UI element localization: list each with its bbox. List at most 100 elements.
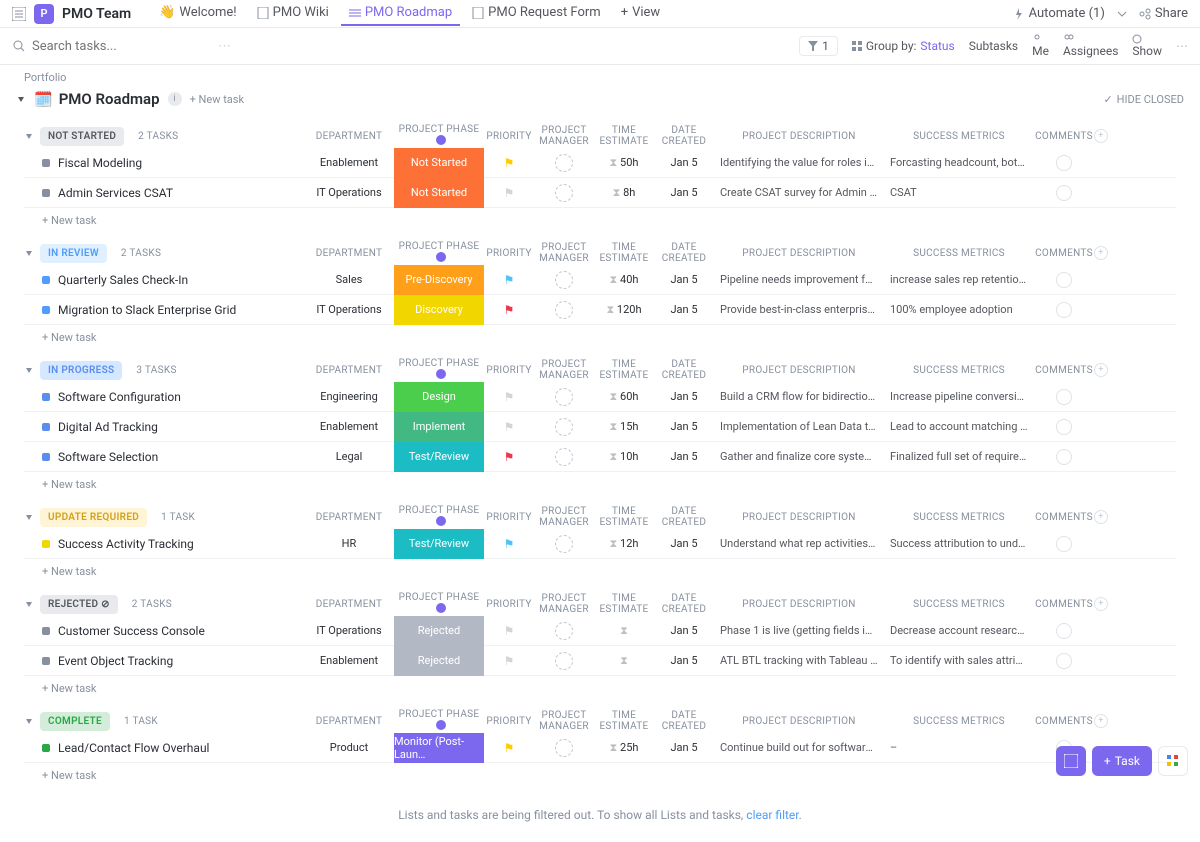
col-comments[interactable]: COMMENTS bbox=[1034, 248, 1094, 259]
task-row[interactable]: Customer Success Console IT Operations R… bbox=[24, 616, 1176, 646]
task-row[interactable]: Success Activity Tracking HR Test/Review… bbox=[24, 529, 1176, 559]
col-phase[interactable]: PROJECT PHASE bbox=[394, 124, 484, 148]
metrics-cell[interactable]: 100% employee adoption bbox=[884, 303, 1034, 316]
time-cell[interactable]: ⧗ 25h bbox=[594, 741, 654, 755]
status-dot[interactable] bbox=[42, 540, 50, 548]
status-badge[interactable]: NOT STARTED bbox=[40, 127, 124, 146]
department-cell[interactable]: IT Operations bbox=[304, 303, 394, 316]
filter-count[interactable]: 1 bbox=[799, 36, 838, 56]
list-title[interactable]: 🗓️PMO Roadmap bbox=[34, 90, 160, 108]
metrics-cell[interactable]: increase sales rep retention rates QoQ a… bbox=[884, 273, 1034, 286]
phase-cell[interactable]: Not Started bbox=[394, 148, 484, 178]
add-task-row[interactable]: + New task bbox=[24, 472, 1176, 497]
task-row[interactable]: Event Object Tracking Enablement Rejecte… bbox=[24, 646, 1176, 676]
time-cell[interactable]: ⧗ bbox=[594, 654, 654, 668]
col-priority[interactable]: PRIORITY bbox=[484, 248, 534, 259]
col-desc[interactable]: PROJECT DESCRIPTION bbox=[714, 716, 884, 727]
col-pm[interactable]: PROJECT MANAGER bbox=[534, 506, 594, 528]
phase-cell[interactable]: Test/Review bbox=[394, 442, 484, 472]
comments-cell[interactable] bbox=[1034, 623, 1094, 639]
add-column[interactable]: + bbox=[1094, 597, 1114, 611]
col-phase[interactable]: PROJECT PHASE bbox=[394, 505, 484, 529]
status-badge[interactable]: UPDATE REQUIRED bbox=[40, 508, 147, 527]
col-pm[interactable]: PROJECT MANAGER bbox=[534, 125, 594, 147]
pm-cell[interactable] bbox=[534, 301, 594, 319]
department-cell[interactable]: Enablement bbox=[304, 420, 394, 433]
task-row[interactable]: Lead/Contact Flow Overhaul Product Monit… bbox=[24, 733, 1176, 763]
department-cell[interactable]: Product bbox=[304, 741, 394, 754]
clear-filter-link[interactable]: clear filter bbox=[746, 808, 798, 822]
col-phase[interactable]: PROJECT PHASE bbox=[394, 358, 484, 382]
status-dot[interactable] bbox=[42, 189, 50, 197]
status-dot[interactable] bbox=[42, 306, 50, 314]
add-task-row[interactable]: + New task bbox=[24, 325, 1176, 350]
priority-cell[interactable]: ⚑ bbox=[484, 156, 534, 170]
collapse-icon[interactable] bbox=[24, 248, 34, 258]
me-button[interactable]: Me bbox=[1032, 34, 1049, 58]
collapse-icon[interactable] bbox=[16, 94, 26, 104]
add-view-button[interactable]: +View bbox=[613, 1, 669, 26]
col-comments[interactable]: COMMENTS bbox=[1034, 512, 1094, 523]
phase-cell[interactable]: Discovery bbox=[394, 295, 484, 325]
col-time[interactable]: TIME ESTIMATE bbox=[594, 125, 654, 147]
col-created[interactable]: DATE CREATED bbox=[654, 359, 714, 381]
hide-closed[interactable]: ✓HIDE CLOSED bbox=[1103, 93, 1184, 106]
add-column[interactable]: + bbox=[1094, 363, 1114, 377]
col-priority[interactable]: PRIORITY bbox=[484, 599, 534, 610]
time-cell[interactable]: ⧗ 15h bbox=[594, 420, 654, 434]
team-name[interactable]: PMO Team bbox=[62, 6, 131, 22]
col-desc[interactable]: PROJECT DESCRIPTION bbox=[714, 248, 884, 259]
metrics-cell[interactable]: – bbox=[884, 741, 1034, 754]
col-desc[interactable]: PROJECT DESCRIPTION bbox=[714, 131, 884, 142]
col-phase[interactable]: PROJECT PHASE bbox=[394, 709, 484, 733]
metrics-cell[interactable]: CSAT bbox=[884, 186, 1034, 199]
more-options-icon[interactable]: ⋯ bbox=[1176, 39, 1188, 53]
add-column[interactable]: + bbox=[1094, 510, 1114, 524]
pm-cell[interactable] bbox=[534, 418, 594, 436]
comments-cell[interactable] bbox=[1034, 155, 1094, 171]
col-phase[interactable]: PROJECT PHASE bbox=[394, 241, 484, 265]
status-dot[interactable] bbox=[42, 393, 50, 401]
status-badge[interactable]: IN REVIEW bbox=[40, 244, 107, 263]
col-priority[interactable]: PRIORITY bbox=[484, 716, 534, 727]
tab-request-form[interactable]: PMO Request Form bbox=[464, 1, 609, 26]
tab-welcome[interactable]: 👋Welcome! bbox=[151, 1, 244, 26]
col-created[interactable]: DATE CREATED bbox=[654, 506, 714, 528]
time-cell[interactable]: ⧗ 120h bbox=[594, 303, 654, 317]
add-task-row[interactable]: + New task bbox=[24, 208, 1176, 233]
col-comments[interactable]: COMMENTS bbox=[1034, 716, 1094, 727]
status-dot[interactable] bbox=[42, 657, 50, 665]
assignees-button[interactable]: Assignees bbox=[1063, 34, 1118, 58]
phase-cell[interactable]: Rejected bbox=[394, 646, 484, 676]
comments-cell[interactable] bbox=[1034, 653, 1094, 669]
department-cell[interactable]: IT Operations bbox=[304, 186, 394, 199]
department-cell[interactable]: Sales bbox=[304, 273, 394, 286]
task-row[interactable]: Fiscal Modeling Enablement Not Started ⚑… bbox=[24, 148, 1176, 178]
pm-cell[interactable] bbox=[534, 739, 594, 757]
tab-roadmap[interactable]: PMO Roadmap bbox=[341, 1, 460, 26]
comments-cell[interactable] bbox=[1034, 419, 1094, 435]
col-department[interactable]: DEPARTMENT bbox=[304, 365, 394, 376]
time-cell[interactable]: ⧗ 60h bbox=[594, 390, 654, 404]
priority-cell[interactable]: ⚑ bbox=[484, 654, 534, 668]
col-pm[interactable]: PROJECT MANAGER bbox=[534, 593, 594, 615]
status-badge[interactable]: COMPLETE bbox=[40, 712, 110, 731]
phase-cell[interactable]: Pre-Discovery bbox=[394, 265, 484, 295]
breadcrumb[interactable]: Portfolio bbox=[0, 65, 1200, 88]
col-time[interactable]: TIME ESTIMATE bbox=[594, 359, 654, 381]
metrics-cell[interactable]: Increase pipeline conversion of new busi… bbox=[884, 390, 1034, 403]
col-metrics[interactable]: SUCCESS METRICS bbox=[884, 131, 1034, 142]
priority-cell[interactable]: ⚑ bbox=[484, 390, 534, 404]
group-by[interactable]: Group by: Status bbox=[852, 39, 955, 53]
status-dot[interactable] bbox=[42, 453, 50, 461]
col-priority[interactable]: PRIORITY bbox=[484, 365, 534, 376]
time-cell[interactable]: ⧗ 50h bbox=[594, 156, 654, 170]
comments-cell[interactable] bbox=[1034, 185, 1094, 201]
status-dot[interactable] bbox=[42, 423, 50, 431]
team-avatar[interactable]: P bbox=[34, 4, 54, 24]
col-desc[interactable]: PROJECT DESCRIPTION bbox=[714, 599, 884, 610]
desc-cell[interactable]: Pipeline needs improvement for MoM and Q… bbox=[714, 273, 884, 286]
new-task-button[interactable]: +Task bbox=[1092, 746, 1152, 776]
col-pm[interactable]: PROJECT MANAGER bbox=[534, 710, 594, 732]
desc-cell[interactable]: Understand what rep activities are leadi… bbox=[714, 537, 884, 550]
